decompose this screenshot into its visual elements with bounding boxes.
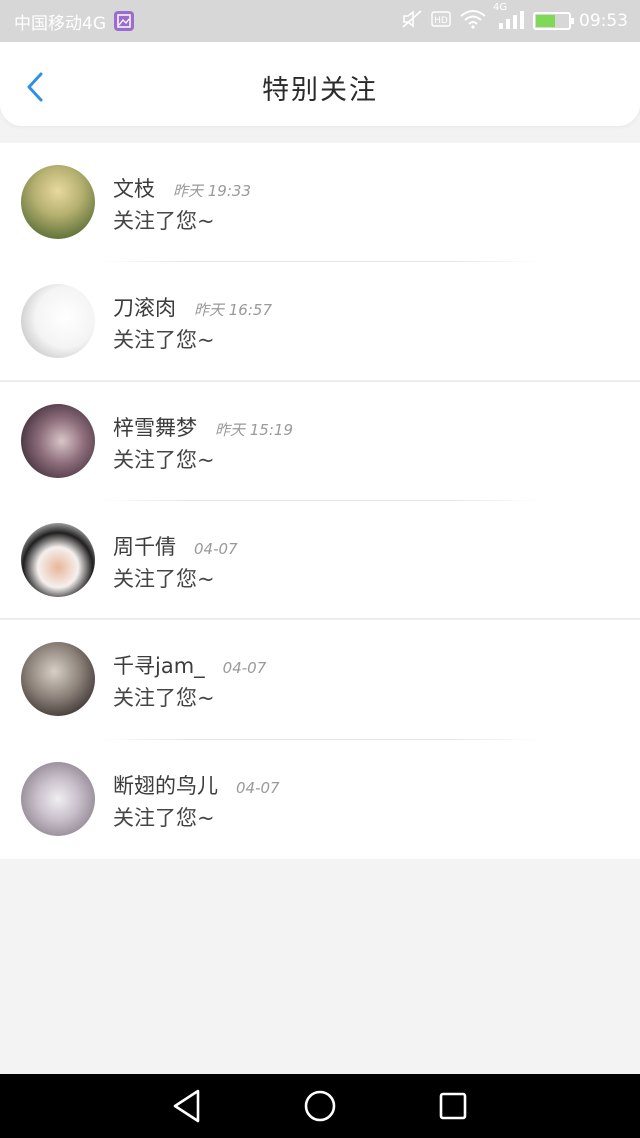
avatar[interactable] [21, 403, 95, 478]
list-item[interactable]: 千寻jam_ 04-07 关注了您~ [0, 620, 640, 740]
nav-bar [0, 1074, 640, 1138]
nav-home-button[interactable] [300, 1086, 340, 1126]
header: 特别关注 [0, 42, 640, 126]
follower-list: 文枝 昨天 19:33 关注了您~ 刀滚肉 昨天 16:57 关注了您~ 梓雪舞… [0, 143, 640, 859]
user-name[interactable]: 梓雪舞梦 [113, 412, 197, 442]
follow-time: 昨天 19:33 [173, 182, 251, 200]
follow-time: 04-07 [222, 659, 267, 678]
avatar[interactable] [21, 642, 95, 717]
user-name[interactable]: 刀滚肉 [113, 292, 176, 322]
status-bar: 中国移动4G HD 4G 09:53 [0, 0, 640, 42]
nav-back-button[interactable] [167, 1086, 207, 1126]
screen: 中国移动4G HD 4G 09:53 特别关注 文枝 昨天 19:33 关注了您… [0, 0, 640, 1138]
user-name[interactable]: 周千倩 [113, 531, 176, 561]
user-name[interactable]: 文枝 [113, 173, 155, 203]
page-title: 特别关注 [262, 75, 378, 106]
avatar[interactable] [21, 284, 95, 359]
follow-message: 关注了您~ [113, 209, 215, 233]
battery-icon [533, 12, 574, 30]
follow-time: 昨天 15:19 [215, 420, 293, 439]
battery-level-fill [536, 15, 555, 27]
follow-message: 关注了您~ [113, 328, 215, 353]
follow-time: 04-07 [194, 539, 238, 558]
list-item[interactable]: 周千倩 04-07 关注了您~ [0, 501, 640, 621]
avatar[interactable] [21, 165, 95, 239]
user-name[interactable]: 千寻jam_ [113, 650, 205, 680]
network-type-label: 4G [493, 1, 508, 13]
list-item[interactable]: 文枝 昨天 19:33 关注了您~ [0, 143, 640, 263]
nav-recents-button[interactable] [433, 1086, 473, 1126]
follow-time: 04-07 [236, 778, 280, 797]
avatar[interactable] [21, 522, 95, 597]
list-item[interactable]: 刀滚肉 昨天 16:57 关注了您~ [0, 262, 640, 382]
circle-home-icon [304, 1090, 336, 1122]
signal-icon: 4G [493, 2, 525, 35]
list-item[interactable]: 断翅的鸟儿 04-07 关注了您~ [0, 740, 640, 859]
follow-time: 昨天 16:57 [194, 301, 272, 320]
triangle-back-icon [173, 1089, 199, 1123]
follow-message: 关注了您~ [113, 805, 215, 830]
clock: 09:53 [579, 11, 628, 31]
square-recents-icon [440, 1092, 467, 1120]
follow-message: 关注了您~ [113, 447, 215, 472]
avatar[interactable] [21, 761, 95, 836]
svg-text:HD: HD [434, 16, 448, 26]
carrier-label: 中国移动4G [14, 13, 106, 34]
follow-message: 关注了您~ [113, 686, 215, 711]
hd-icon: HD [431, 10, 451, 32]
user-name[interactable]: 断翅的鸟儿 [113, 770, 218, 800]
follow-message: 关注了您~ [113, 566, 215, 591]
list-item[interactable]: 梓雪舞梦 昨天 15:19 关注了您~ [0, 382, 640, 501]
gallery-icon [114, 11, 134, 31]
mute-icon [401, 9, 423, 34]
wifi-icon [459, 9, 487, 34]
